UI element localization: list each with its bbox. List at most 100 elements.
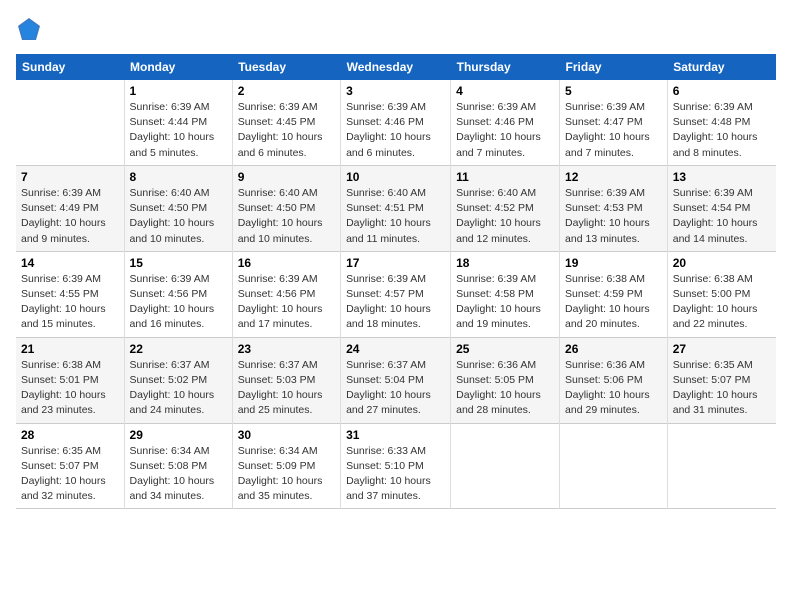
calendar-cell: 3 Sunrise: 6:39 AMSunset: 4:46 PMDaylight… [341,80,451,165]
day-number: 16 [238,256,335,270]
calendar-cell: 29 Sunrise: 6:34 AMSunset: 5:08 PMDayligh… [124,423,232,509]
calendar-cell: 28 Sunrise: 6:35 AMSunset: 5:07 PMDayligh… [16,423,124,509]
calendar-cell: 31Sunrise: 6:33 AMSunset: 5:10 PMDayligh… [341,423,451,509]
day-info: Sunrise: 6:39 AMSunset: 4:44 PMDaylight:… [130,100,227,161]
day-info: Sunrise: 6:39 AMSunset: 4:47 PMDaylight:… [565,100,662,161]
day-info: Sunrise: 6:39 AMSunset: 4:56 PMDaylight:… [130,272,227,333]
day-number: 7 [21,170,119,184]
day-number: 28 [21,428,119,442]
col-header-sunday: Sunday [16,54,124,80]
day-info: Sunrise: 6:39 AMSunset: 4:46 PMDaylight:… [346,100,445,161]
calendar-cell: 25 Sunrise: 6:36 AMSunset: 5:05 PMDayligh… [451,337,560,423]
day-info: Sunrise: 6:39 AMSunset: 4:49 PMDaylight:… [21,186,119,247]
calendar-cell: 5 Sunrise: 6:39 AMSunset: 4:47 PMDaylight… [560,80,668,165]
calendar-cell [667,423,776,509]
day-number: 17 [346,256,445,270]
calendar-cell: 30 Sunrise: 6:34 AMSunset: 5:09 PMDayligh… [232,423,340,509]
day-number: 8 [130,170,227,184]
calendar-cell: 24Sunrise: 6:37 AMSunset: 5:04 PMDayligh… [341,337,451,423]
day-number: 24 [346,342,445,356]
day-info: Sunrise: 6:38 AMSunset: 4:59 PMDaylight:… [565,272,662,333]
day-info: Sunrise: 6:39 AMSunset: 4:58 PMDaylight:… [456,272,554,333]
calendar-cell [16,80,124,165]
day-number: 6 [673,84,771,98]
day-info: Sunrise: 6:35 AMSunset: 5:07 PMDaylight:… [21,444,119,505]
col-header-saturday: Saturday [667,54,776,80]
calendar-cell: 4 Sunrise: 6:39 AMSunset: 4:46 PMDaylight… [451,80,560,165]
day-info: Sunrise: 6:39 AMSunset: 4:56 PMDaylight:… [238,272,335,333]
day-number: 21 [21,342,119,356]
logo [16,16,44,42]
day-number: 20 [673,256,771,270]
calendar-cell [560,423,668,509]
calendar-cell: 27 Sunrise: 6:35 AMSunset: 5:07 PMDayligh… [667,337,776,423]
col-header-monday: Monday [124,54,232,80]
col-header-tuesday: Tuesday [232,54,340,80]
col-header-thursday: Thursday [451,54,560,80]
calendar-cell: 13 Sunrise: 6:39 AMSunset: 4:54 PMDayligh… [667,165,776,251]
day-number: 15 [130,256,227,270]
calendar-cell: 11 Sunrise: 6:40 AMSunset: 4:52 PMDayligh… [451,165,560,251]
calendar-cell: 26 Sunrise: 6:36 AMSunset: 5:06 PMDayligh… [560,337,668,423]
calendar-table: SundayMondayTuesdayWednesdayThursdayFrid… [16,54,776,509]
day-info: Sunrise: 6:40 AMSunset: 4:50 PMDaylight:… [238,186,335,247]
day-info: Sunrise: 6:39 AMSunset: 4:57 PMDaylight:… [346,272,445,333]
day-info: Sunrise: 6:39 AMSunset: 4:53 PMDaylight:… [565,186,662,247]
day-info: Sunrise: 6:40 AMSunset: 4:51 PMDaylight:… [346,186,445,247]
day-info: Sunrise: 6:34 AMSunset: 5:08 PMDaylight:… [130,444,227,505]
calendar-cell: 7 Sunrise: 6:39 AMSunset: 4:49 PMDaylight… [16,165,124,251]
day-number: 1 [130,84,227,98]
day-number: 13 [673,170,771,184]
calendar-cell: 16 Sunrise: 6:39 AMSunset: 4:56 PMDayligh… [232,251,340,337]
calendar-cell [451,423,560,509]
calendar-cell: 8 Sunrise: 6:40 AMSunset: 4:50 PMDaylight… [124,165,232,251]
calendar-cell: 17 Sunrise: 6:39 AMSunset: 4:57 PMDayligh… [341,251,451,337]
day-number: 2 [238,84,335,98]
day-info: Sunrise: 6:39 AMSunset: 4:45 PMDaylight:… [238,100,335,161]
col-header-wednesday: Wednesday [341,54,451,80]
day-info: Sunrise: 6:38 AMSunset: 5:00 PMDaylight:… [673,272,771,333]
calendar-cell: 12 Sunrise: 6:39 AMSunset: 4:53 PMDayligh… [560,165,668,251]
day-info: Sunrise: 6:38 AMSunset: 5:01 PMDaylight:… [21,358,119,419]
calendar-cell: 2 Sunrise: 6:39 AMSunset: 4:45 PMDaylight… [232,80,340,165]
logo-icon [16,16,42,42]
calendar-cell: 6Sunrise: 6:39 AMSunset: 4:48 PMDaylight… [667,80,776,165]
day-number: 27 [673,342,771,356]
calendar-cell: 10 Sunrise: 6:40 AMSunset: 4:51 PMDayligh… [341,165,451,251]
page-header [16,16,776,42]
day-info: Sunrise: 6:40 AMSunset: 4:52 PMDaylight:… [456,186,554,247]
day-number: 19 [565,256,662,270]
day-number: 29 [130,428,227,442]
day-info: Sunrise: 6:37 AMSunset: 5:03 PMDaylight:… [238,358,335,419]
day-number: 18 [456,256,554,270]
day-number: 5 [565,84,662,98]
day-number: 30 [238,428,335,442]
day-info: Sunrise: 6:36 AMSunset: 5:05 PMDaylight:… [456,358,554,419]
calendar-cell: 22 Sunrise: 6:37 AMSunset: 5:02 PMDayligh… [124,337,232,423]
day-number: 25 [456,342,554,356]
day-number: 31 [346,428,445,442]
day-info: Sunrise: 6:40 AMSunset: 4:50 PMDaylight:… [130,186,227,247]
day-number: 12 [565,170,662,184]
day-number: 9 [238,170,335,184]
day-number: 26 [565,342,662,356]
day-info: Sunrise: 6:37 AMSunset: 5:02 PMDaylight:… [130,358,227,419]
calendar-cell: 9 Sunrise: 6:40 AMSunset: 4:50 PMDaylight… [232,165,340,251]
day-info: Sunrise: 6:36 AMSunset: 5:06 PMDaylight:… [565,358,662,419]
day-info: Sunrise: 6:34 AMSunset: 5:09 PMDaylight:… [238,444,335,505]
day-number: 3 [346,84,445,98]
col-header-friday: Friday [560,54,668,80]
day-info: Sunrise: 6:35 AMSunset: 5:07 PMDaylight:… [673,358,771,419]
calendar-cell: 14Sunrise: 6:39 AMSunset: 4:55 PMDayligh… [16,251,124,337]
day-info: Sunrise: 6:39 AMSunset: 4:54 PMDaylight:… [673,186,771,247]
day-number: 23 [238,342,335,356]
day-info: Sunrise: 6:39 AMSunset: 4:46 PMDaylight:… [456,100,554,161]
calendar-cell: 23 Sunrise: 6:37 AMSunset: 5:03 PMDayligh… [232,337,340,423]
calendar-cell: 15 Sunrise: 6:39 AMSunset: 4:56 PMDayligh… [124,251,232,337]
day-number: 4 [456,84,554,98]
day-number: 22 [130,342,227,356]
calendar-cell: 1 Sunrise: 6:39 AMSunset: 4:44 PMDaylight… [124,80,232,165]
calendar-cell: 20 Sunrise: 6:38 AMSunset: 5:00 PMDayligh… [667,251,776,337]
day-number: 11 [456,170,554,184]
day-number: 10 [346,170,445,184]
